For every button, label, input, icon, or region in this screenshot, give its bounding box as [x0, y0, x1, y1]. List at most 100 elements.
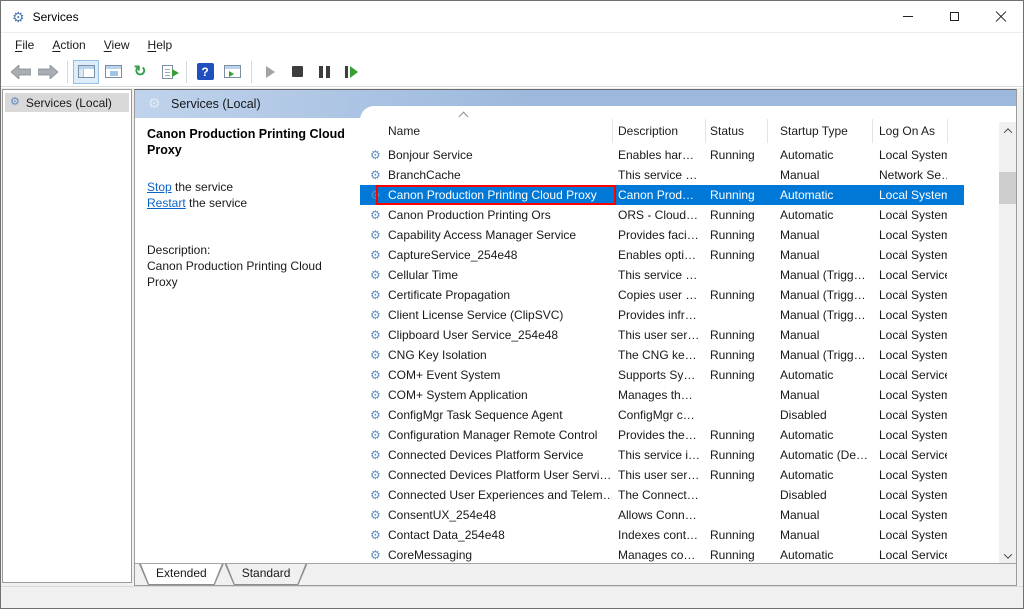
help-button[interactable]: ?: [192, 60, 218, 84]
service-description: Copies user …: [612, 288, 705, 302]
service-description: Enables opti…: [612, 248, 705, 262]
service-gear-icon: ⚙: [360, 289, 386, 301]
service-gear-icon: ⚙: [360, 149, 386, 161]
service-name: COM+ System Application: [386, 388, 612, 402]
table-row[interactable]: ⚙Connected Devices Platform ServiceThis …: [360, 445, 964, 465]
service-description: Provides infr…: [612, 308, 705, 322]
chevron-down-icon: [1003, 550, 1011, 558]
service-log-on-as: Local System: [872, 488, 947, 502]
service-action-line: Stop the service: [147, 179, 347, 195]
service-name: CoreMessaging: [386, 548, 612, 562]
restart-service-button[interactable]: [338, 60, 364, 84]
minimize-button[interactable]: [885, 1, 931, 32]
table-row[interactable]: ⚙Configuration Manager Remote ControlPro…: [360, 425, 964, 445]
service-status: Running: [705, 528, 767, 542]
service-gear-icon: ⚙: [360, 489, 386, 501]
column-separator[interactable]: [947, 119, 948, 143]
restart-service-link[interactable]: Restart: [147, 196, 186, 210]
stop-service-button[interactable]: [284, 60, 310, 84]
table-row[interactable]: ⚙Clipboard User Service_254e48This user …: [360, 325, 964, 345]
service-description: The CNG ke…: [612, 348, 705, 362]
column-separator[interactable]: [612, 119, 613, 143]
services-app-icon: ⚙: [12, 10, 25, 24]
service-log-on-as: Local System: [872, 248, 947, 262]
table-row[interactable]: ⚙Canon Production Printing Cloud ProxyCa…: [360, 185, 964, 205]
scroll-down-button[interactable]: [999, 547, 1016, 564]
service-action-links: Stop the serviceRestart the service: [147, 179, 347, 211]
window-controls: [885, 1, 1023, 32]
table-row[interactable]: ⚙Bonjour ServiceEnables har…RunningAutom…: [360, 145, 964, 165]
back-button[interactable]: [8, 60, 34, 84]
properties-button[interactable]: [100, 60, 126, 84]
tree-item-services-local[interactable]: ⚙ Services (Local): [5, 93, 129, 112]
table-row[interactable]: ⚙Client License Service (ClipSVC)Provide…: [360, 305, 964, 325]
service-gear-icon: ⚙: [360, 349, 386, 361]
table-row[interactable]: ⚙COM+ System ApplicationManages th…Manua…: [360, 385, 964, 405]
table-row[interactable]: ⚙COM+ Event SystemSupports Sy…RunningAut…: [360, 365, 964, 385]
close-button[interactable]: [977, 1, 1023, 32]
maximize-button[interactable]: [931, 1, 977, 32]
scrollbar-thumb[interactable]: [999, 172, 1016, 204]
service-log-on-as: Local System: [872, 188, 947, 202]
table-row[interactable]: ⚙CoreMessagingManages co…RunningAutomati…: [360, 545, 964, 564]
table-row[interactable]: ⚙ConfigMgr Task Sequence AgentConfigMgr …: [360, 405, 964, 425]
service-gear-icon: ⚙: [360, 329, 386, 341]
table-row[interactable]: ⚙CNG Key IsolationThe CNG ke…RunningManu…: [360, 345, 964, 365]
menu-item-file[interactable]: File: [6, 33, 43, 57]
scroll-up-button[interactable]: [999, 122, 1016, 139]
column-header-status[interactable]: Status: [710, 124, 744, 138]
table-row[interactable]: ⚙Cellular TimeThis service …Manual (Trig…: [360, 265, 964, 285]
column-separator[interactable]: [767, 119, 768, 143]
extended-pane: ⚙ Services (Local) Canon Production Prin…: [134, 89, 1017, 586]
column-header-log-on-as[interactable]: Log On As: [879, 124, 935, 138]
service-startup-type: Manual: [767, 248, 872, 262]
service-log-on-as: Local System: [872, 288, 947, 302]
column-header-name[interactable]: Name: [388, 124, 420, 138]
console-tree-panel: ⚙ Services (Local): [2, 89, 132, 583]
table-row[interactable]: ⚙Contact Data_254e48Indexes cont…Running…: [360, 525, 964, 545]
service-gear-icon: ⚙: [360, 509, 386, 521]
service-startup-type: Automatic: [767, 188, 872, 202]
maximize-icon: [950, 12, 959, 21]
service-gear-icon: ⚙: [360, 209, 386, 221]
start-service-button[interactable]: [257, 60, 283, 84]
menu-item-view[interactable]: View: [95, 33, 139, 57]
pause-service-button[interactable]: [311, 60, 337, 84]
service-gear-icon: ⚙: [360, 369, 386, 381]
description-panel: Canon Production Printing Cloud Proxy St…: [135, 118, 359, 563]
tab-extended[interactable]: Extended: [139, 564, 224, 585]
vertical-scrollbar[interactable]: [999, 122, 1016, 564]
column-separator[interactable]: [872, 119, 873, 143]
service-log-on-as: Local Service: [872, 368, 947, 382]
table-row[interactable]: ⚙Connected Devices Platform User Servi…T…: [360, 465, 964, 485]
service-name: Connected User Experiences and Telem…: [386, 488, 612, 502]
column-separator[interactable]: [705, 119, 706, 143]
export-list-button[interactable]: [154, 60, 180, 84]
tab-standard[interactable]: Standard: [225, 564, 308, 585]
extended-view-button[interactable]: [219, 60, 245, 84]
forward-button[interactable]: [35, 60, 61, 84]
table-row[interactable]: ⚙Capability Access Manager ServiceProvid…: [360, 225, 964, 245]
column-header-startup-type[interactable]: Startup Type: [780, 124, 848, 138]
table-row[interactable]: ⚙BranchCacheThis service …ManualNetwork …: [360, 165, 964, 185]
column-header-description[interactable]: Description: [618, 124, 678, 138]
refresh-button[interactable]: ↻: [127, 60, 153, 84]
table-row[interactable]: ⚙ConsentUX_254e48Allows Conn…ManualLocal…: [360, 505, 964, 525]
show-console-tree-button[interactable]: [73, 60, 99, 84]
service-startup-type: Automatic (De…: [767, 448, 872, 462]
service-gear-icon: ⚙: [360, 169, 386, 181]
service-description: Manages th…: [612, 388, 705, 402]
table-row[interactable]: ⚙CaptureService_254e48Enables opti…Runni…: [360, 245, 964, 265]
menu-item-action[interactable]: Action: [43, 33, 94, 57]
table-row[interactable]: ⚙Connected User Experiences and Telem…Th…: [360, 485, 964, 505]
view-tabs: ExtendedStandard: [135, 563, 1016, 585]
service-log-on-as: Local System: [872, 508, 947, 522]
service-name: ConsentUX_254e48: [386, 508, 612, 522]
menu-item-help[interactable]: Help: [139, 33, 182, 57]
table-row[interactable]: ⚙Certificate PropagationCopies user …Run…: [360, 285, 964, 305]
stop-service-link[interactable]: Stop: [147, 180, 172, 194]
service-startup-type: Manual (Trigg…: [767, 348, 872, 362]
service-description: Manages co…: [612, 548, 705, 562]
table-row[interactable]: ⚙Canon Production Printing OrsORS - Clou…: [360, 205, 964, 225]
service-status: Running: [705, 448, 767, 462]
